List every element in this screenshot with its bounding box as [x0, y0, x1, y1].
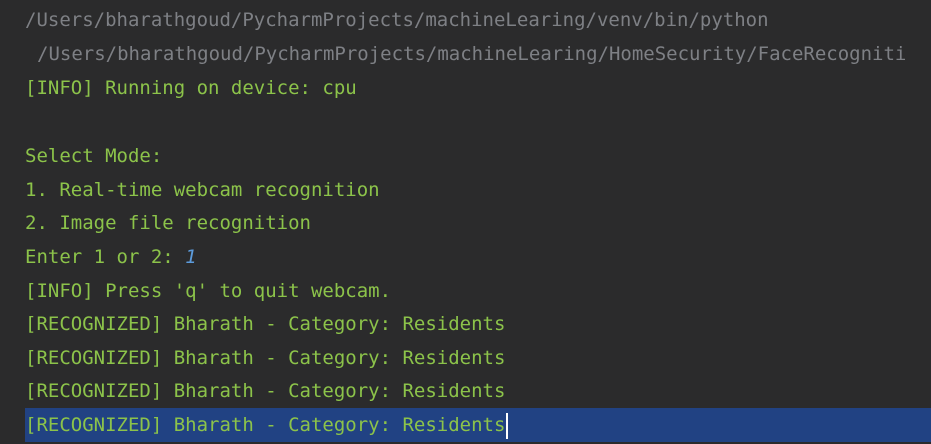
script-path-line[interactable]: /Users/bharathgoud/PycharmProjects/machi…	[37, 37, 906, 71]
prompt-line: Enter 1 or 2: 1	[25, 240, 197, 274]
option-2-line: 2. Image file recognition	[25, 212, 311, 234]
text-caret	[506, 412, 509, 439]
recognized-line-current[interactable]: [RECOGNIZED] Bharath - Category: Residen…	[25, 408, 509, 442]
recognized-line: [RECOGNIZED] Bharath - Category: Residen…	[25, 313, 506, 335]
recognized-line: [RECOGNIZED] Bharath - Category: Residen…	[25, 347, 506, 369]
recognized-line-text: [RECOGNIZED] Bharath - Category: Residen…	[25, 414, 506, 436]
run-console[interactable]: /Users/bharathgoud/PycharmProjects/machi…	[0, 0, 931, 444]
user-input-value: 1	[185, 246, 197, 268]
prompt-text: Enter 1 or 2:	[25, 246, 186, 268]
select-mode-line: Select Mode:	[25, 145, 163, 167]
recognized-line: [RECOGNIZED] Bharath - Category: Residen…	[25, 380, 506, 402]
option-1-line: 1. Real-time webcam recognition	[25, 179, 380, 201]
info-device-line: [INFO] Running on device: cpu	[25, 77, 357, 99]
info-quit-line: [INFO] Press 'q' to quit webcam.	[25, 280, 392, 302]
interpreter-path-line: /Users/bharathgoud/PycharmProjects/machi…	[25, 9, 769, 31]
